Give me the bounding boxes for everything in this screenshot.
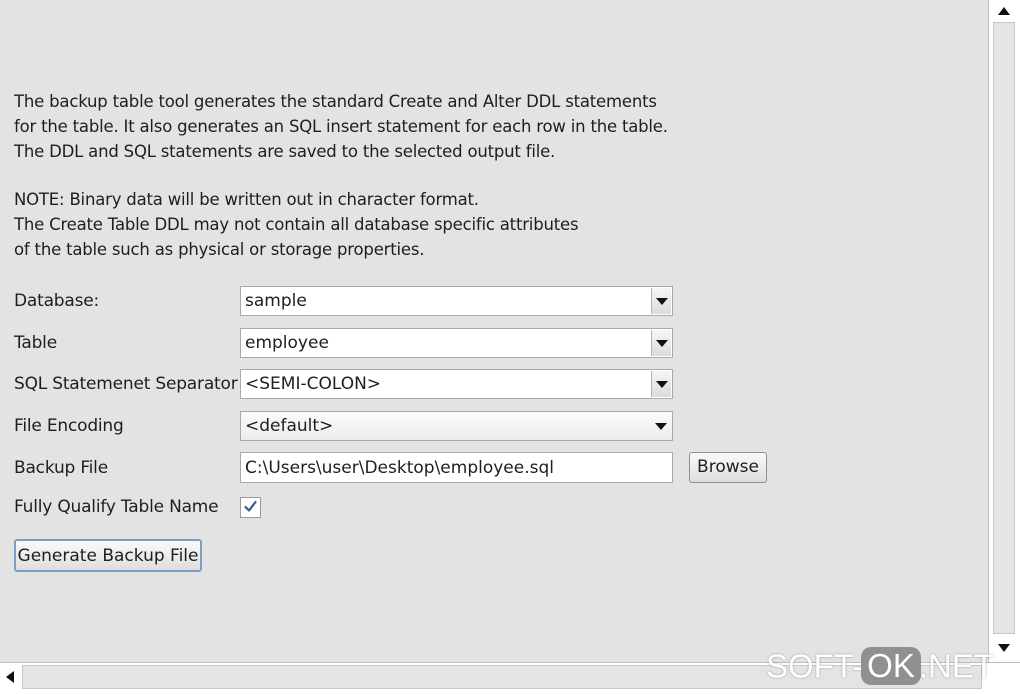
backup-table-tool-window: The backup table tool generates the stan… — [0, 0, 1020, 694]
vertical-scroll-track[interactable] — [993, 22, 1015, 634]
note-paragraph: NOTE: Binary data will be written out in… — [14, 187, 579, 262]
table-value: employee — [245, 333, 329, 353]
separator-dropdown[interactable]: <SEMI-COLON> — [240, 369, 673, 399]
description-line: The DDL and SQL statements are saved to … — [14, 142, 556, 161]
generate-backup-file-button[interactable]: Generate Backup File — [14, 539, 202, 572]
fully-qualify-label: Fully Qualify Table Name — [14, 497, 219, 517]
database-value: sample — [245, 291, 307, 311]
vertical-scrollbar[interactable] — [988, 0, 1020, 662]
chevron-down-icon[interactable] — [651, 330, 671, 356]
description-paragraph: The backup table tool generates the stan… — [14, 89, 668, 164]
arrow-down-icon[interactable] — [991, 634, 1017, 660]
arrow-left-icon[interactable] — [0, 665, 24, 689]
backup-file-value: C:\Users\user\Desktop\employee.sql — [245, 458, 554, 478]
checkmark-icon — [244, 500, 257, 512]
backup-table-panel: The backup table tool generates the stan… — [0, 0, 988, 662]
database-label: Database: — [14, 291, 100, 311]
file-encoding-label: File Encoding — [14, 416, 124, 436]
chevron-down-icon[interactable] — [651, 413, 671, 439]
backup-file-input[interactable]: C:\Users\user\Desktop\employee.sql — [240, 452, 673, 483]
table-dropdown[interactable]: employee — [240, 328, 673, 358]
separator-value: <SEMI-COLON> — [245, 374, 382, 394]
chevron-down-icon[interactable] — [651, 371, 671, 397]
fully-qualify-checkbox[interactable] — [240, 497, 261, 518]
description-line: for the table. It also generates an SQL … — [14, 117, 668, 136]
note-line: The Create Table DDL may not contain all… — [14, 215, 579, 234]
backup-file-label: Backup File — [14, 458, 108, 478]
separator-label: SQL Statemenet Separator — [14, 374, 238, 394]
browse-button[interactable]: Browse — [689, 452, 767, 483]
note-line: of the table such as physical or storage… — [14, 240, 425, 259]
table-label: Table — [14, 333, 57, 353]
file-encoding-dropdown[interactable]: <default> — [240, 411, 673, 441]
note-line: NOTE: Binary data will be written out in… — [14, 190, 479, 209]
horizontal-scroll-track[interactable] — [22, 665, 982, 689]
horizontal-scrollbar[interactable] — [0, 662, 1020, 694]
description-line: The backup table tool generates the stan… — [14, 92, 657, 111]
chevron-down-icon[interactable] — [651, 288, 671, 314]
file-encoding-value: <default> — [245, 416, 334, 436]
arrow-up-icon[interactable] — [991, 0, 1017, 26]
database-dropdown[interactable]: sample — [240, 286, 673, 316]
